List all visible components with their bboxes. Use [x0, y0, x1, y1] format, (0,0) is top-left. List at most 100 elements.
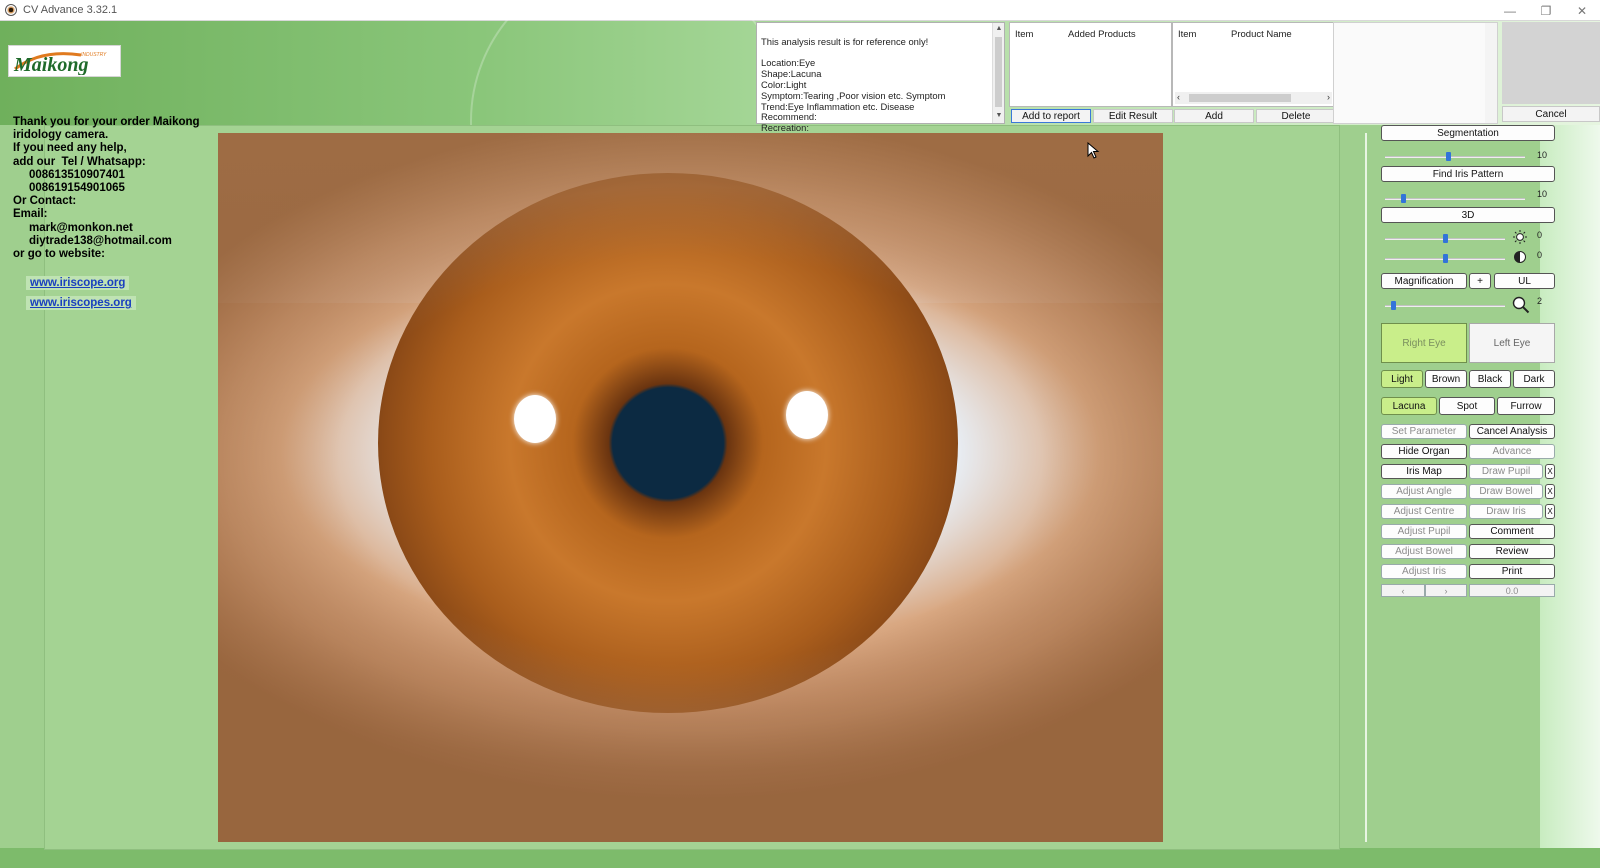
contrast-icon: [1513, 250, 1527, 264]
panel-divider: [1365, 133, 1367, 842]
column-header-item: Item: [1178, 29, 1197, 40]
iris-map-button[interactable]: Iris Map: [1381, 464, 1467, 479]
added-products-list[interactable]: Item Added Products: [1009, 22, 1172, 107]
light-reflection-right: [786, 391, 828, 439]
right-eye-button[interactable]: Right Eye: [1381, 323, 1467, 363]
contact-info: Thank you for your order Maikong iridolo…: [13, 116, 200, 261]
left-eye-button[interactable]: Left Eye: [1469, 323, 1555, 363]
slider-knob[interactable]: [1401, 194, 1406, 203]
add-to-report-button[interactable]: Add to report: [1011, 109, 1091, 123]
hide-organ-button[interactable]: Hide Organ: [1381, 444, 1467, 459]
column-header-product-name: Product Name: [1231, 29, 1292, 40]
scroll-right-arrow-icon[interactable]: ›: [1327, 92, 1330, 102]
maikong-logo: Maikong INDUSTRY: [8, 45, 121, 77]
ul-button[interactable]: UL: [1494, 273, 1555, 289]
logo-graphic: Maikong INDUSTRY: [13, 52, 107, 75]
preview-box: [1502, 22, 1600, 104]
product-name-list[interactable]: Item Product Name ‹ ›: [1172, 22, 1335, 107]
cancel-analysis-button[interactable]: Cancel Analysis: [1469, 424, 1555, 439]
slider-knob[interactable]: [1446, 152, 1451, 161]
set-parameter-button[interactable]: Set Parameter: [1381, 424, 1467, 439]
color-black-button[interactable]: Black: [1469, 370, 1511, 388]
window-title: CV Advance 3.32.1: [23, 4, 118, 16]
clear-iris-button[interactable]: X: [1545, 504, 1555, 519]
find-iris-pattern-button[interactable]: Find Iris Pattern: [1381, 166, 1555, 182]
clear-pupil-button[interactable]: X: [1545, 464, 1555, 479]
brightness-value: 0: [1537, 230, 1543, 240]
iris-image[interactable]: [218, 133, 1163, 842]
minimize-button[interactable]: —: [1492, 0, 1528, 21]
restore-button[interactable]: ❐: [1528, 0, 1564, 21]
vertical-scrollbar[interactable]: [1485, 23, 1497, 123]
color-dark-button[interactable]: Dark: [1513, 370, 1555, 388]
clear-bowel-button[interactable]: X: [1545, 484, 1555, 499]
bottom-background: [0, 848, 1600, 868]
add-product-button[interactable]: Add: [1174, 109, 1254, 123]
segmentation-value: 10: [1537, 150, 1548, 160]
column-header-added-products: Added Products: [1068, 29, 1136, 40]
brightness-slider[interactable]: [1385, 234, 1505, 244]
slider-knob[interactable]: [1391, 301, 1396, 310]
website-link-2[interactable]: www.iriscopes.org: [26, 296, 136, 310]
cancel-button[interactable]: Cancel: [1502, 106, 1600, 122]
scroll-thumb[interactable]: [1189, 94, 1291, 102]
mouse-cursor-icon: [1087, 142, 1100, 159]
logo-tagline: INDUSTRY: [81, 52, 107, 58]
website-link-1[interactable]: www.iriscope.org: [26, 276, 130, 290]
adjust-centre-button[interactable]: Adjust Centre: [1381, 504, 1467, 519]
next-button[interactable]: ›: [1425, 584, 1467, 597]
contrast-value: 0: [1537, 250, 1543, 260]
draw-bowel-button[interactable]: Draw Bowel: [1469, 484, 1543, 499]
print-button[interactable]: Print: [1469, 564, 1555, 579]
contrast-slider[interactable]: [1385, 254, 1505, 264]
draw-pupil-button[interactable]: Draw Pupil: [1469, 464, 1543, 479]
zoom-slider[interactable]: [1385, 301, 1505, 311]
edit-result-button[interactable]: Edit Result: [1093, 109, 1173, 123]
3d-button[interactable]: 3D: [1381, 207, 1555, 223]
window-controls: — ❐ ✕: [1492, 0, 1600, 21]
app-eye-icon: [5, 4, 17, 16]
draw-iris-button[interactable]: Draw Iris: [1469, 504, 1543, 519]
analysis-result-box[interactable]: This analysis result is for reference on…: [756, 22, 1005, 133]
comment-button[interactable]: Comment: [1469, 524, 1555, 539]
scroll-thumb[interactable]: [995, 37, 1002, 107]
slider-knob[interactable]: [1443, 234, 1448, 243]
review-button[interactable]: Review: [1469, 544, 1555, 559]
shape-spot-button[interactable]: Spot: [1439, 397, 1495, 415]
page-value-field: 0.0: [1469, 584, 1555, 597]
scroll-left-arrow-icon[interactable]: ‹: [1177, 92, 1180, 102]
prev-button[interactable]: ‹: [1381, 584, 1425, 597]
shape-lacuna-button[interactable]: Lacuna: [1381, 397, 1437, 415]
adjust-pupil-button[interactable]: Adjust Pupil: [1381, 524, 1467, 539]
zoom-value: 2: [1537, 296, 1543, 306]
scroll-down-arrow-icon[interactable]: ▼: [993, 111, 1005, 122]
scroll-up-arrow-icon[interactable]: ▲: [993, 24, 1005, 35]
advance-button[interactable]: Advance: [1469, 444, 1555, 459]
segmentation-button[interactable]: Segmentation: [1381, 125, 1555, 141]
shape-furrow-button[interactable]: Furrow: [1497, 397, 1555, 415]
product-horizontal-scrollbar[interactable]: ‹ ›: [1175, 92, 1332, 104]
delete-product-button[interactable]: Delete: [1256, 109, 1336, 123]
adjust-angle-button[interactable]: Adjust Angle: [1381, 484, 1467, 499]
color-brown-button[interactable]: Brown: [1425, 370, 1467, 388]
analysis-result-text: This analysis result is for reference on…: [761, 35, 946, 134]
logo-text: Maikong: [13, 54, 88, 75]
color-light-button[interactable]: Light: [1381, 370, 1423, 388]
blank-list-panel: [1333, 22, 1498, 124]
zoom-in-button[interactable]: +: [1469, 273, 1491, 289]
pattern-slider[interactable]: [1385, 194, 1525, 204]
adjust-iris-button[interactable]: Adjust Iris: [1381, 564, 1467, 579]
adjust-bowel-button[interactable]: Adjust Bowel: [1381, 544, 1467, 559]
magnifier-icon: [1512, 296, 1530, 314]
magnification-button[interactable]: Magnification: [1381, 273, 1467, 289]
close-button[interactable]: ✕: [1564, 0, 1600, 21]
segmentation-slider[interactable]: [1385, 152, 1525, 162]
brightness-icon: [1513, 230, 1527, 244]
pattern-value: 10: [1537, 189, 1548, 199]
slider-knob[interactable]: [1443, 254, 1448, 263]
light-reflection-left: [514, 395, 556, 443]
eyelid-shade: [218, 133, 1163, 842]
column-header-item: Item: [1015, 29, 1034, 40]
title-bar: CV Advance 3.32.1 — ❐ ✕: [0, 0, 1600, 21]
analysis-scrollbar[interactable]: ▲ ▼: [992, 23, 1004, 123]
